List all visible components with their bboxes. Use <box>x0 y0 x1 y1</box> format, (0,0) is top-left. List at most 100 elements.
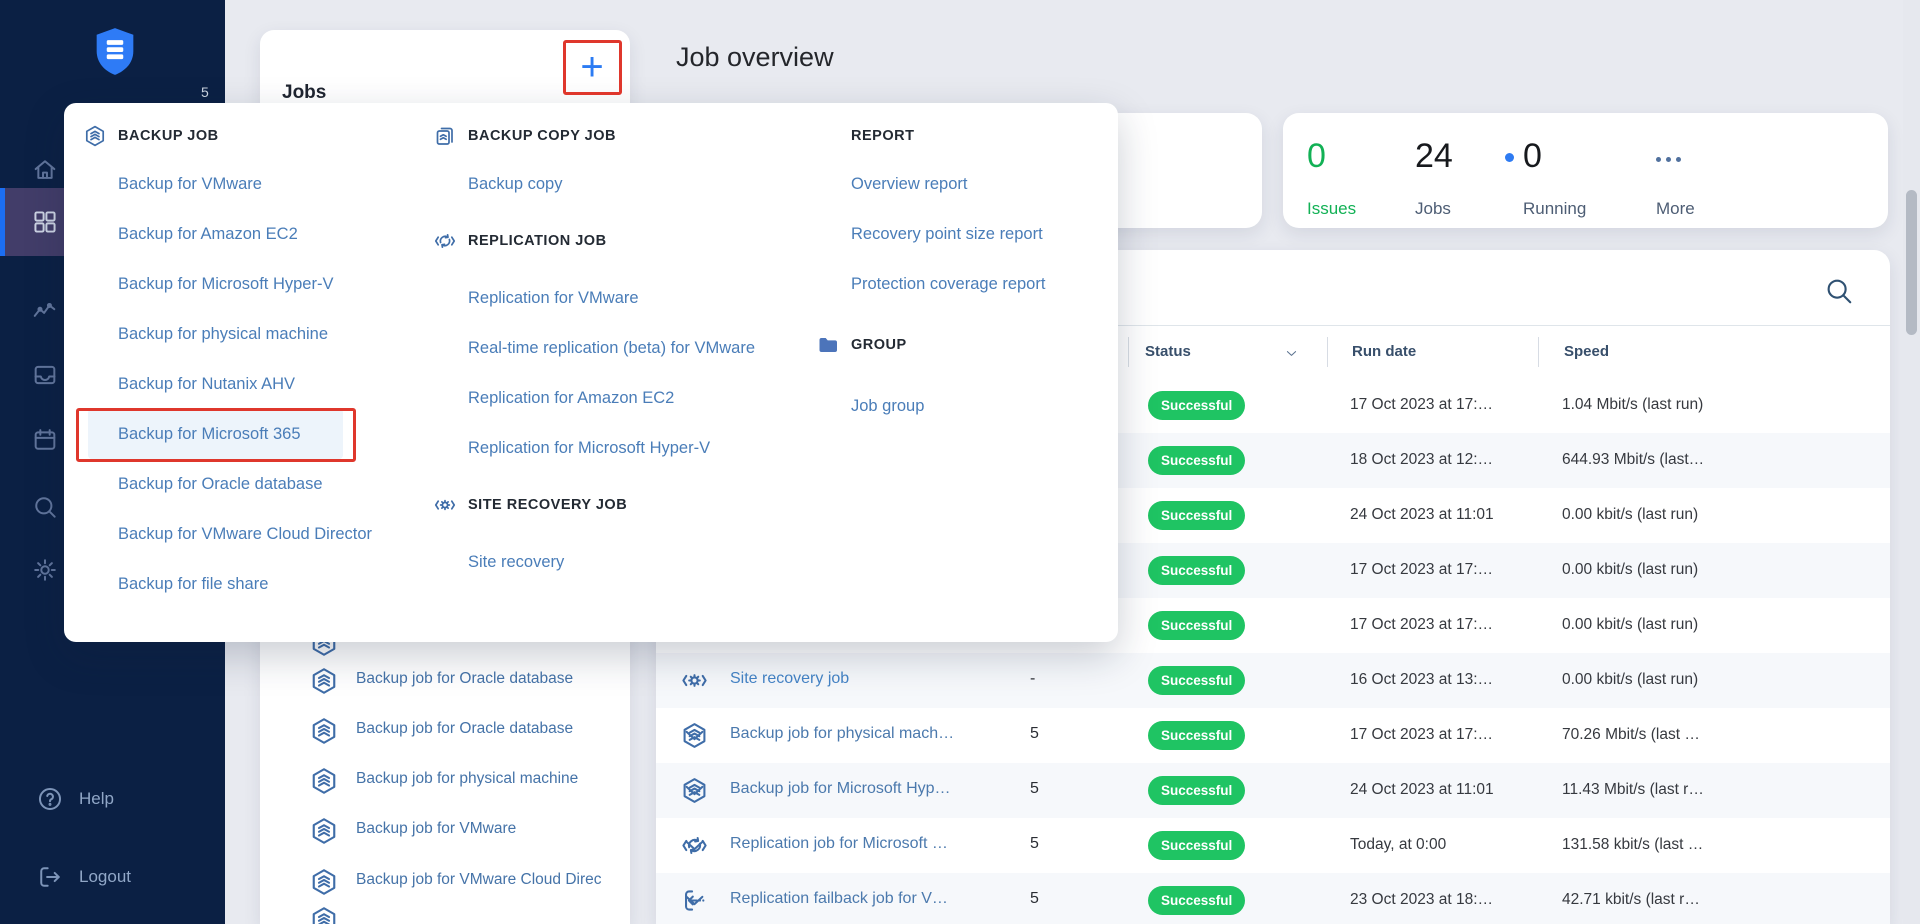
backup-job-icon <box>309 766 339 796</box>
running-value: 0 <box>1523 137 1542 175</box>
run-date-cell: 16 Oct 2023 at 13:… <box>1350 671 1494 688</box>
run-date-cell: 17 Oct 2023 at 17:… <box>1350 396 1494 413</box>
menu-item-recovery-point-size-report[interactable]: Recovery point size report <box>818 209 1098 259</box>
speed-cell: 0.00 kbit/s (last run) <box>1562 616 1699 633</box>
page-scrollbar-track[interactable] <box>1903 0 1920 924</box>
table-row[interactable]: Replication failback job for V… 5 Successf… <box>656 873 1890 924</box>
job-list-item[interactable]: Backup job for Oracle database <box>260 706 630 756</box>
run-date-cell: Today, at 0:00 <box>1350 836 1447 853</box>
job-list-item-partial-bottom[interactable] <box>260 905 630 924</box>
backup-job-icon <box>309 867 339 897</box>
menu-column: REPORT Overview report Recovery point size… <box>818 103 1098 431</box>
site-recovery-icon <box>433 493 457 517</box>
expand-chevron-icon[interactable] <box>680 886 709 915</box>
menu-item-replication-for-amazon-ec2[interactable]: Replication for Amazon EC2 <box>435 373 775 423</box>
status-badge: Successful <box>1148 611 1246 640</box>
menu-section-header: BACKUP JOB <box>85 113 385 159</box>
job-count: 5 <box>1030 835 1039 852</box>
job-list-item[interactable]: Backup job for physical machine <box>260 756 630 806</box>
run-date-cell: 17 Oct 2023 at 17:… <box>1350 561 1494 578</box>
menu-item-real-time-replication-beta-for-vmware[interactable]: Real-time replication (beta) for VMware <box>435 323 775 373</box>
menu-section-header: GROUP <box>818 309 1098 381</box>
menu-column: BACKUP JOB Backup for VMware Backup for Am… <box>85 103 385 609</box>
calendar-icon <box>31 426 59 454</box>
menu-item-backup-for-physical-machine[interactable]: Backup for physical machine <box>85 309 385 359</box>
job-name-link[interactable]: Replication job for Microsoft … <box>730 835 1010 853</box>
logout-label: Logout <box>79 867 131 886</box>
activity-icon <box>31 296 59 324</box>
menu-item-overview-report[interactable]: Overview report <box>818 159 1098 209</box>
menu-item-backup-for-nutanix-ahv[interactable]: Backup for Nutanix AHV <box>85 359 385 409</box>
active-indicator-bar <box>0 188 5 256</box>
column-header-status[interactable]: Status <box>1145 343 1191 360</box>
job-list-item-label: Backup job for VMware Cloud Direc <box>356 871 602 888</box>
expand-chevron-icon[interactable] <box>680 776 709 805</box>
speed-cell: 0.00 kbit/s (last run) <box>1562 506 1699 523</box>
menu-item-backup-for-amazon-ec2[interactable]: Backup for Amazon EC2 <box>85 209 385 259</box>
speed-cell: 1.04 Mbit/s (last run) <box>1562 396 1704 413</box>
logout-button[interactable]: Logout <box>36 862 131 892</box>
menu-section-title: BACKUP COPY JOB <box>468 128 616 144</box>
run-date-cell: 24 Oct 2023 at 11:01 <box>1350 781 1494 798</box>
menu-item-replication-for-microsoft-hyper-v[interactable]: Replication for Microsoft Hyper-V <box>435 423 775 473</box>
menu-item-protection-coverage-report[interactable]: Protection coverage report <box>818 259 1098 309</box>
table-row[interactable]: Replication job for Microsoft … 5 Successf… <box>656 818 1890 873</box>
job-count: 5 <box>1030 780 1039 797</box>
menu-item-backup-copy[interactable]: Backup copy <box>435 159 775 209</box>
table-row[interactable]: Site recovery job - Successful 16 Oct 2023 … <box>656 653 1890 708</box>
status-badge: Successful <box>1148 391 1246 420</box>
replication-icon <box>433 229 457 253</box>
status-filter-chevron-icon[interactable] <box>1284 346 1299 361</box>
menu-item-backup-for-vmware-cloud-director[interactable]: Backup for VMware Cloud Director <box>85 509 385 559</box>
run-date-cell: 24 Oct 2023 at 11:01 <box>1350 506 1494 523</box>
backup-job-icon <box>309 716 339 746</box>
menu-item-backup-for-microsoft-365[interactable]: Backup for Microsoft 365 <box>88 409 343 459</box>
job-list-item-label: Backup job for VMware <box>356 820 517 837</box>
status-badge: Successful <box>1148 446 1246 475</box>
job-name-link[interactable]: Backup job for physical mach… <box>730 725 1010 743</box>
job-list-item[interactable]: Backup job for VMware <box>260 806 630 856</box>
table-row[interactable]: Backup job for physical mach… 5 Successful… <box>656 708 1890 763</box>
menu-item-site-recovery[interactable]: Site recovery <box>435 537 775 587</box>
column-header-speed[interactable]: Speed <box>1564 343 1609 360</box>
menu-item-job-group[interactable]: Job group <box>818 381 1098 431</box>
dashboard-grid-icon <box>31 208 59 236</box>
add-job-button[interactable]: + <box>570 45 614 89</box>
status-badge: Successful <box>1148 501 1246 530</box>
column-header-run-date[interactable]: Run date <box>1352 343 1416 360</box>
job-name-link[interactable]: Replication failback job for V… <box>730 890 1010 908</box>
job-list-item-label: Backup job for Oracle database <box>356 670 574 687</box>
help-button[interactable]: Help <box>36 784 114 814</box>
menu-item-backup-for-vmware[interactable]: Backup for VMware <box>85 159 385 209</box>
menu-section-header: REPORT <box>818 113 1098 159</box>
job-list-item[interactable]: Backup job for VMware Cloud Direc <box>260 857 630 907</box>
speed-cell: 70.26 Mbit/s (last … <box>1562 726 1700 743</box>
page-scrollbar-thumb[interactable] <box>1906 190 1917 335</box>
menu-item-replication-for-vmware[interactable]: Replication for VMware <box>435 273 775 323</box>
expand-chevron-icon[interactable] <box>680 721 709 750</box>
search-icon <box>31 493 59 521</box>
more-label: More <box>1656 199 1695 218</box>
table-search-icon[interactable] <box>1824 276 1854 306</box>
menu-section-title: REPLICATION JOB <box>468 233 607 249</box>
run-date-cell: 17 Oct 2023 at 17:… <box>1350 726 1494 743</box>
job-name-link[interactable]: Site recovery job <box>730 670 1010 688</box>
table-row[interactable]: Backup job for Microsoft Hyp… 5 Successful… <box>656 763 1890 818</box>
stats-card: 0 Issues 24 Jobs 0 Running More <box>1283 113 1888 228</box>
run-date-cell: 18 Oct 2023 at 12:… <box>1350 451 1494 468</box>
backup-copy-icon <box>433 124 457 148</box>
status-badge: Successful <box>1148 886 1246 915</box>
sidebar-badge-fragment: 5 <box>201 84 209 100</box>
expand-chevron-icon[interactable] <box>680 831 709 860</box>
menu-item-backup-for-oracle-database[interactable]: Backup for Oracle database <box>85 459 385 509</box>
menu-section-title: BACKUP JOB <box>118 128 219 144</box>
job-name-link[interactable]: Backup job for Microsoft Hyp… <box>730 780 1010 798</box>
backup-job-icon <box>309 816 339 846</box>
speed-cell: 11.43 Mbit/s (last r… <box>1562 781 1704 798</box>
menu-section-title: REPORT <box>851 128 915 144</box>
menu-column: BACKUP COPY JOB Backup copy REPLICATION JO… <box>433 103 775 587</box>
running-label: Running <box>1523 199 1587 218</box>
menu-item-backup-for-file-share[interactable]: Backup for file share <box>85 559 385 609</box>
job-count: 5 <box>1030 890 1039 907</box>
menu-item-backup-for-microsoft-hyper-v[interactable]: Backup for Microsoft Hyper-V <box>85 259 385 309</box>
